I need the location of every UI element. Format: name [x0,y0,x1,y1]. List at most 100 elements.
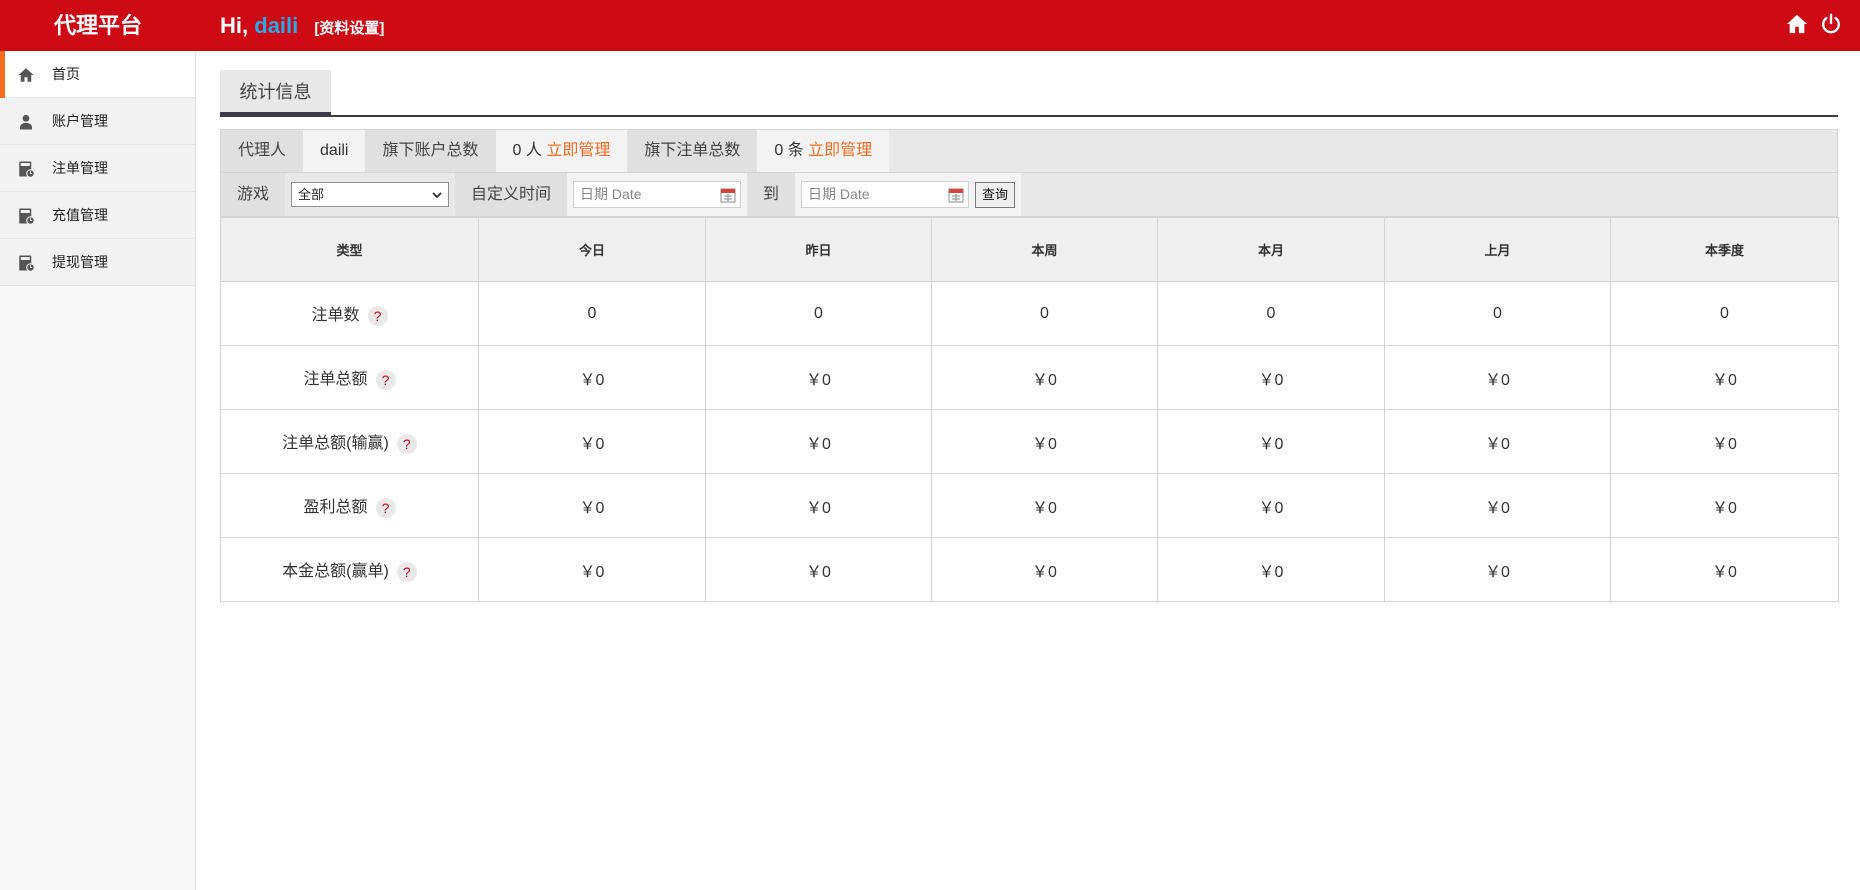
col-header-this-month: 本月 [1157,217,1385,282]
table-cell: ￥0 [931,473,1158,538]
home-icon [17,66,35,84]
col-header-this-quarter: 本季度 [1610,217,1839,282]
table-cell: 0 [1157,281,1385,346]
greeting: Hi, daili [资料设置] [220,0,384,51]
brand-title: 代理平台 [53,13,142,38]
game-select[interactable]: 全部 [291,182,450,207]
table-cell: ￥0 [1384,345,1611,410]
sidebar-item-recharge[interactable]: 充值管理 [0,192,195,239]
table-cell: ￥0 [931,409,1158,474]
table-row: 注单总额(输赢)? ￥0 ￥0 ￥0 ￥0 ￥0 ￥0 [220,409,1839,474]
statistics-table: 类型 今日 昨日 本周 本月 上月 本季度 注单数? 0 0 0 0 0 0 注单总额? ￥0 ￥… [220,217,1839,602]
power-icon[interactable] [1820,13,1842,35]
sidebar-item-label: 首页 [52,66,80,82]
table-cell: ￥0 [1157,409,1385,474]
filter-bar: 游戏 全部 自定义时间 日期 Date 到 日期 Date 查询 [220,173,1838,217]
table-row: 注单总额? ￥0 ￥0 ￥0 ￥0 ￥0 ￥0 [220,345,1839,410]
row-type-label: 注单数 [311,307,360,325]
col-header-today: 今日 [478,217,706,282]
help-icon[interactable]: ? [396,561,417,582]
accounts-total-cell: 0 人 立即管理 [495,130,628,172]
tab-statistics[interactable]: 统计信息 [220,70,331,115]
table-cell: ￥0 [1384,409,1611,474]
calendar-icon[interactable] [720,187,736,203]
user-icon [17,113,35,131]
to-label: 到 [747,173,796,216]
table-cell: ￥0 [705,537,932,602]
sidebar-item-label: 提现管理 [52,254,108,270]
manage-orders-link[interactable]: 立即管理 [808,142,872,159]
calc-icon [17,160,35,178]
table-row: 注单数? 0 0 0 0 0 0 [220,281,1839,346]
row-type-label: 注单总额(输赢) [282,435,389,453]
table-cell: ￥0 [1610,409,1839,474]
table-cell: 0 [1384,281,1611,346]
home-icon[interactable] [1786,13,1808,35]
table-cell: ￥0 [1610,537,1839,602]
start-date-placeholder: 日期 Date [580,186,642,202]
greeting-username: daili [254,13,299,38]
chevron-down-icon [432,190,442,200]
col-header-yesterday: 昨日 [705,217,932,282]
sidebar-item-label: 充值管理 [52,207,108,223]
sidebar-item-home[interactable]: 首页 [0,51,195,98]
calendar-icon[interactable] [948,187,964,203]
table-cell: ￥0 [1157,537,1385,602]
table-cell: ￥0 [478,537,706,602]
table-cell: ￥0 [1610,473,1839,538]
end-date-placeholder: 日期 Date [808,186,870,202]
start-date-wrap: 日期 Date [567,173,748,216]
table-cell: ￥0 [931,345,1158,410]
top-header: 代理平台 Hi, daili [资料设置] [0,0,1860,51]
sidebar-item-label: 账户管理 [52,113,108,129]
table-row: 盈利总额? ￥0 ￥0 ￥0 ￥0 ￥0 ￥0 [220,473,1839,538]
help-icon[interactable]: ? [375,369,396,390]
calc-icon [17,207,35,225]
manage-accounts-link[interactable]: 立即管理 [546,142,610,159]
col-header-this-week: 本周 [931,217,1158,282]
profile-settings-link[interactable]: [资料设置] [314,20,384,37]
table-cell: ￥0 [478,409,706,474]
accounts-total-label: 旗下账户总数 [365,130,496,172]
main-content: 统计信息 代理人 daili 旗下账户总数 0 人 立即管理 旗下注单总数 0 … [220,51,1839,602]
orders-total-cell: 0 条 立即管理 [757,130,890,172]
sidebar-item-orders[interactable]: 注单管理 [0,145,195,192]
sidebar-item-label: 注单管理 [52,160,108,176]
help-icon[interactable]: ? [396,433,417,454]
help-icon[interactable]: ? [375,497,396,518]
row-type-cell: 注单数? [220,281,479,346]
table-cell: ￥0 [1157,473,1385,538]
row-type-cell: 本金总额(赢单)? [220,537,479,602]
table-cell: 0 [478,281,706,346]
table-cell: ￥0 [1384,537,1611,602]
table-cell: ￥0 [705,345,932,410]
agent-label: 代理人 [221,130,304,172]
end-date-wrap: 日期 Date 查询 [795,173,1022,216]
sidebar-item-accounts[interactable]: 账户管理 [0,98,195,145]
col-header-type: 类型 [220,217,479,282]
table-cell: ￥0 [705,409,932,474]
top-icons [1786,13,1842,35]
game-label: 游戏 [221,173,286,216]
sidebar-item-withdraw[interactable]: 提现管理 [0,239,195,286]
calc-icon [17,254,35,272]
end-date-input[interactable]: 日期 Date [801,181,970,208]
help-icon[interactable]: ? [367,305,388,326]
row-type-cell: 注单总额(输赢)? [220,409,479,474]
table-header-row: 类型 今日 昨日 本周 本月 上月 本季度 [220,217,1839,282]
start-date-input[interactable]: 日期 Date [573,181,742,208]
table-body: 注单数? 0 0 0 0 0 0 注单总额? ￥0 ￥0 ￥0 ￥0 ￥0 ￥0 注单总额(输赢)? ￥0 ￥0… [220,281,1839,602]
table-row: 本金总额(赢单)? ￥0 ￥0 ￥0 ￥0 ￥0 ￥0 [220,537,1839,602]
query-button[interactable]: 查询 [975,181,1016,208]
table-cell: ￥0 [478,345,706,410]
row-type-label: 本金总额(赢单) [282,563,389,581]
orders-total-value: 0 条 [774,142,804,159]
row-type-label: 盈利总额 [303,499,368,517]
table-cell: ￥0 [1384,473,1611,538]
accounts-total-value: 0 人 [512,142,542,159]
agent-value: daili [303,130,366,172]
game-select-value: 全部 [298,187,325,202]
row-type-label: 注单总额 [303,371,368,389]
table-cell: 0 [1610,281,1839,346]
agent-info-bar: 代理人 daili 旗下账户总数 0 人 立即管理 旗下注单总数 0 条 立即管… [220,129,1838,173]
